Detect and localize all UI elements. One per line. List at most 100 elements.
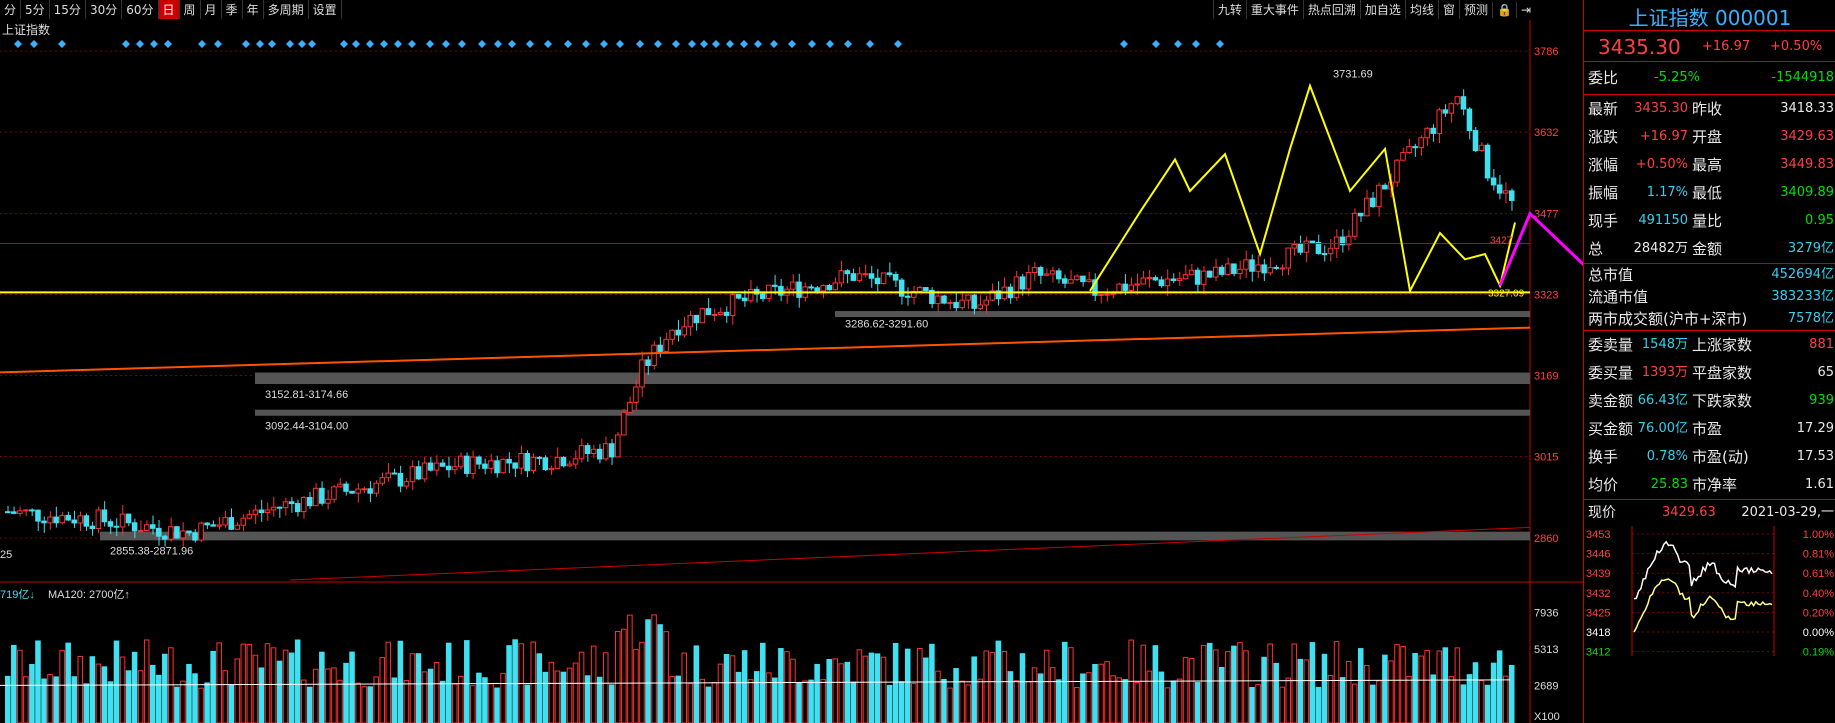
candle-body xyxy=(1436,109,1443,134)
candle-body xyxy=(391,472,398,475)
row-value: 25.83 xyxy=(1650,477,1688,492)
signal-diamond xyxy=(298,40,306,48)
volume-bar xyxy=(1176,678,1183,723)
signal-diamond xyxy=(458,40,466,48)
volume-bar xyxy=(602,652,609,723)
volume-bar xyxy=(476,672,482,723)
signal-diamond xyxy=(526,40,534,48)
row-label: 市盈(动) xyxy=(1692,448,1749,466)
volume-bar xyxy=(1472,662,1479,723)
volume-bar xyxy=(29,663,35,723)
volume-bar xyxy=(192,673,198,723)
candle-body xyxy=(349,490,355,494)
volume-bar xyxy=(1025,681,1032,723)
candle-body xyxy=(1448,103,1455,114)
candle-body xyxy=(675,329,681,336)
quote-row: 现手 491150 量比 0.95 xyxy=(1584,207,1835,235)
candle-body xyxy=(234,524,241,530)
candle-body xyxy=(470,456,476,474)
market-cap-rows: 总市值 452694亿 流通市值 383233亿 两市成交额(沪市+深市) 7578亿 xyxy=(1584,264,1835,331)
candle-body xyxy=(1031,267,1038,274)
volume-bar xyxy=(1315,686,1322,723)
candle-body xyxy=(506,458,512,464)
candle-body xyxy=(741,297,748,302)
candle-body xyxy=(1496,184,1503,194)
volume-bar xyxy=(319,651,325,723)
candle-body xyxy=(288,501,295,505)
volume-bar xyxy=(1424,649,1430,723)
volume-bar xyxy=(772,677,778,723)
signal-diamond xyxy=(198,40,206,48)
volume-bar xyxy=(1351,683,1358,723)
volume-bar xyxy=(1436,650,1443,723)
quote-rows: 最新 3435.30 昨收 3418.33 涨跌 +16.97 开盘 3429.63 涨幅 +0.… xyxy=(1584,95,1835,264)
volume-bar xyxy=(379,657,386,723)
mini-right-tick: 0.19% xyxy=(1803,647,1834,659)
volume-bar xyxy=(1508,664,1515,723)
candle-body xyxy=(699,308,706,324)
intraday-mini-chart[interactable]: 3453 1.00% 3446 0.81% 3439 0.61% 3432 0.40% 3425… xyxy=(1584,526,1835,676)
candle-body xyxy=(397,472,404,487)
signal-diamond xyxy=(712,40,720,48)
candle-body xyxy=(868,273,875,279)
volume-bar xyxy=(784,651,790,723)
volume-bar xyxy=(1206,642,1213,723)
volume-bar xyxy=(1031,667,1038,723)
row-value: +0.50% xyxy=(1635,157,1688,172)
row-value: 1393万 xyxy=(1641,365,1688,380)
volume-bar xyxy=(1502,675,1509,723)
row-label: 总 xyxy=(1588,240,1604,258)
candle-body xyxy=(844,270,851,275)
volume-bar xyxy=(367,686,373,723)
volume-bar xyxy=(1400,646,1406,723)
candle-body xyxy=(500,458,506,474)
row-label: 卖金额 xyxy=(1588,392,1634,410)
volume-bar xyxy=(1339,677,1346,723)
candle-body xyxy=(1291,244,1298,249)
kline-chart[interactable]: 3786 3632 3477 3323 3169 3015 2860 3152.81-3174… xyxy=(0,0,1583,723)
candle-body xyxy=(313,487,319,507)
volume-bar xyxy=(300,679,307,723)
price-change-pct: +0.50% xyxy=(1770,39,1823,54)
volume-bar xyxy=(729,655,736,723)
candle-body xyxy=(41,520,47,524)
row-value: 3279亿 xyxy=(1787,241,1834,256)
candle-body xyxy=(1062,278,1068,284)
quote-row: 委卖量 1548万 上涨家数 881 xyxy=(1584,331,1835,359)
candle-body xyxy=(947,301,953,304)
volume-bar xyxy=(1007,671,1014,723)
signal-diamond xyxy=(582,40,590,48)
candle-body xyxy=(693,314,700,324)
candle-body xyxy=(1412,146,1418,149)
candle-body xyxy=(361,488,367,491)
volume-bar xyxy=(1098,663,1104,723)
candle-body xyxy=(101,509,108,523)
signal-diamond xyxy=(616,40,624,48)
volume-bar xyxy=(337,679,343,723)
candle-body xyxy=(494,460,500,474)
row-value: 3449.83 xyxy=(1780,157,1834,172)
candle-body xyxy=(476,456,482,465)
candle-body xyxy=(1188,269,1195,276)
volume-bar xyxy=(621,628,627,723)
volume-bar xyxy=(1484,684,1491,723)
row-value: 7578亿 xyxy=(1787,311,1834,326)
candle-body xyxy=(1231,263,1237,275)
volume-bar xyxy=(294,639,301,723)
volume-bar xyxy=(735,671,742,723)
quote-row: 总 28482万 金额 3279亿 xyxy=(1584,235,1835,263)
row-value: +16.97 xyxy=(1639,129,1688,144)
candle-body xyxy=(965,294,971,301)
gap-band xyxy=(255,372,1530,385)
candle-body xyxy=(796,281,802,298)
signal-diamond xyxy=(494,40,502,48)
candle-body xyxy=(512,462,518,469)
volume-bar xyxy=(17,649,23,723)
volume-bar xyxy=(246,643,253,723)
row-label: 买金额 xyxy=(1588,420,1634,438)
volume-bar xyxy=(77,655,84,723)
volume-bar xyxy=(923,657,929,723)
candle-body xyxy=(198,522,204,541)
candle-body xyxy=(1406,146,1412,153)
volume-bar xyxy=(657,624,663,723)
